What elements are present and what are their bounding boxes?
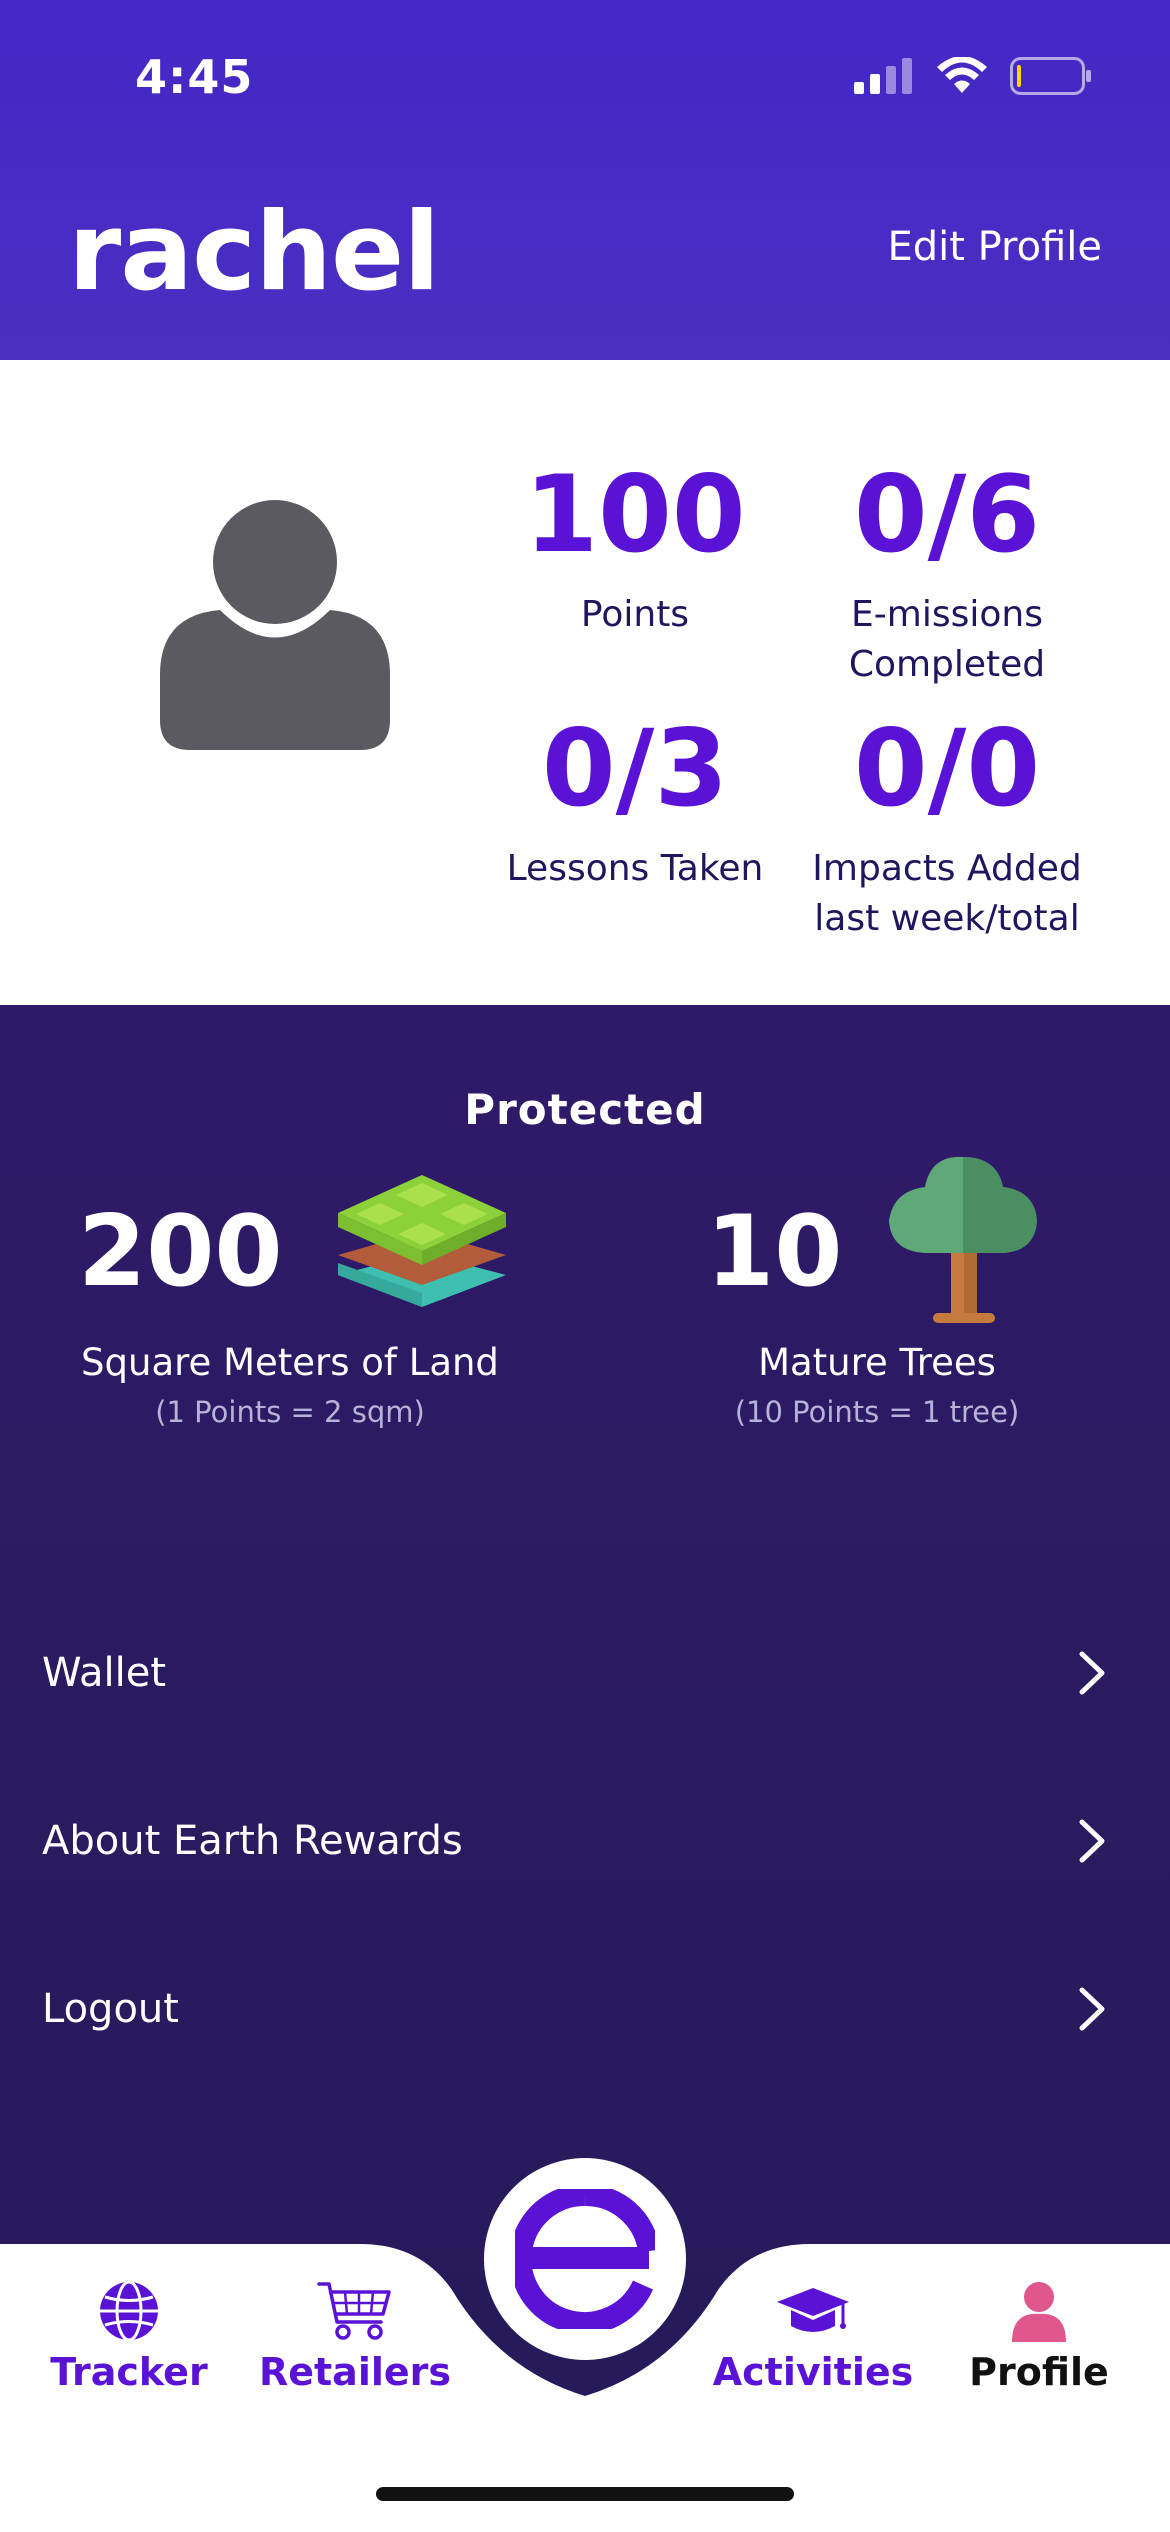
menu-item-wallet[interactable]: Wallet: [0, 1589, 1170, 1757]
globe-icon: [100, 2280, 158, 2342]
person-icon: [1012, 2282, 1066, 2342]
trees-conversion: (10 Points = 1 tree): [734, 1395, 1020, 1429]
tree-icon: [889, 1156, 1037, 1323]
menu-item-label: Logout: [42, 1986, 179, 2032]
protected-title: Protected: [464, 1085, 706, 1134]
tab-label: Profile: [969, 2350, 1109, 2394]
stat-label: Lessons Taken: [506, 848, 764, 889]
tab-profile[interactable]: Profile: [924, 2280, 1154, 2394]
avatar-placeholder-icon: [160, 500, 390, 750]
tab-activities[interactable]: Activities: [698, 2280, 928, 2394]
chevron-right-icon: [1079, 1819, 1105, 1863]
tab-label: Activities: [712, 2350, 914, 2394]
profile-username: rachel: [68, 190, 440, 315]
stat-impacts: 0/0 Impacts Added last week/total: [782, 716, 1112, 944]
home-indicator[interactable]: [376, 2487, 794, 2501]
stat-lessons: 0/3 Lessons Taken: [470, 716, 800, 894]
stat-value: 0/0: [853, 707, 1041, 830]
land-conversion: (1 Points = 2 sqm): [155, 1395, 425, 1429]
stat-points: 100 Points: [470, 462, 800, 640]
stat-label: Impacts Added last week/total: [812, 848, 1082, 939]
stat-value: 0/3: [541, 707, 729, 830]
chevron-right-icon: [1079, 1987, 1105, 2031]
stat-value: 100: [524, 453, 746, 576]
stat-label: E-missions Completed: [848, 594, 1046, 685]
cart-icon: [317, 2282, 391, 2340]
profile-header: 4:45 rachel Edit Profile: [0, 0, 1170, 360]
edit-profile-button[interactable]: Edit Profile: [887, 224, 1102, 270]
stat-label: Points: [580, 594, 690, 635]
signal-icon: [854, 58, 912, 94]
status-time: 4:45: [135, 50, 254, 104]
land-value: 200: [78, 1195, 283, 1309]
earth-rewards-home-button[interactable]: [484, 2158, 686, 2360]
menu-item-label: About Earth Rewards: [42, 1818, 463, 1864]
menu-item-logout[interactable]: Logout: [0, 1925, 1170, 2093]
trees-value: 10: [706, 1195, 843, 1309]
tab-label: Tracker: [50, 2350, 208, 2394]
stat-value: 0/6: [853, 453, 1041, 576]
tab-retailers[interactable]: Retailers: [240, 2280, 470, 2394]
status-icons: [854, 56, 1092, 96]
stats-section: 100 Points 0/6 E-missions Completed 0/3 …: [0, 360, 1170, 1005]
graduation-cap-icon: [777, 2288, 849, 2332]
tab-label: Retailers: [258, 2350, 452, 2394]
earth-logo-icon: [515, 2189, 655, 2329]
wifi-icon: [937, 57, 987, 93]
stat-emissions: 0/6 E-missions Completed: [782, 462, 1112, 690]
trees-label: Mature Trees: [758, 1341, 996, 1384]
menu-item-label: Wallet: [42, 1650, 167, 1696]
battery-icon: [1010, 57, 1091, 95]
tab-tracker[interactable]: Tracker: [14, 2280, 244, 2394]
menu-item-about[interactable]: About Earth Rewards: [0, 1757, 1170, 1925]
land-label: Square Meters of Land: [81, 1341, 499, 1384]
land-layers-icon: [338, 1175, 506, 1307]
chevron-right-icon: [1079, 1651, 1105, 1695]
